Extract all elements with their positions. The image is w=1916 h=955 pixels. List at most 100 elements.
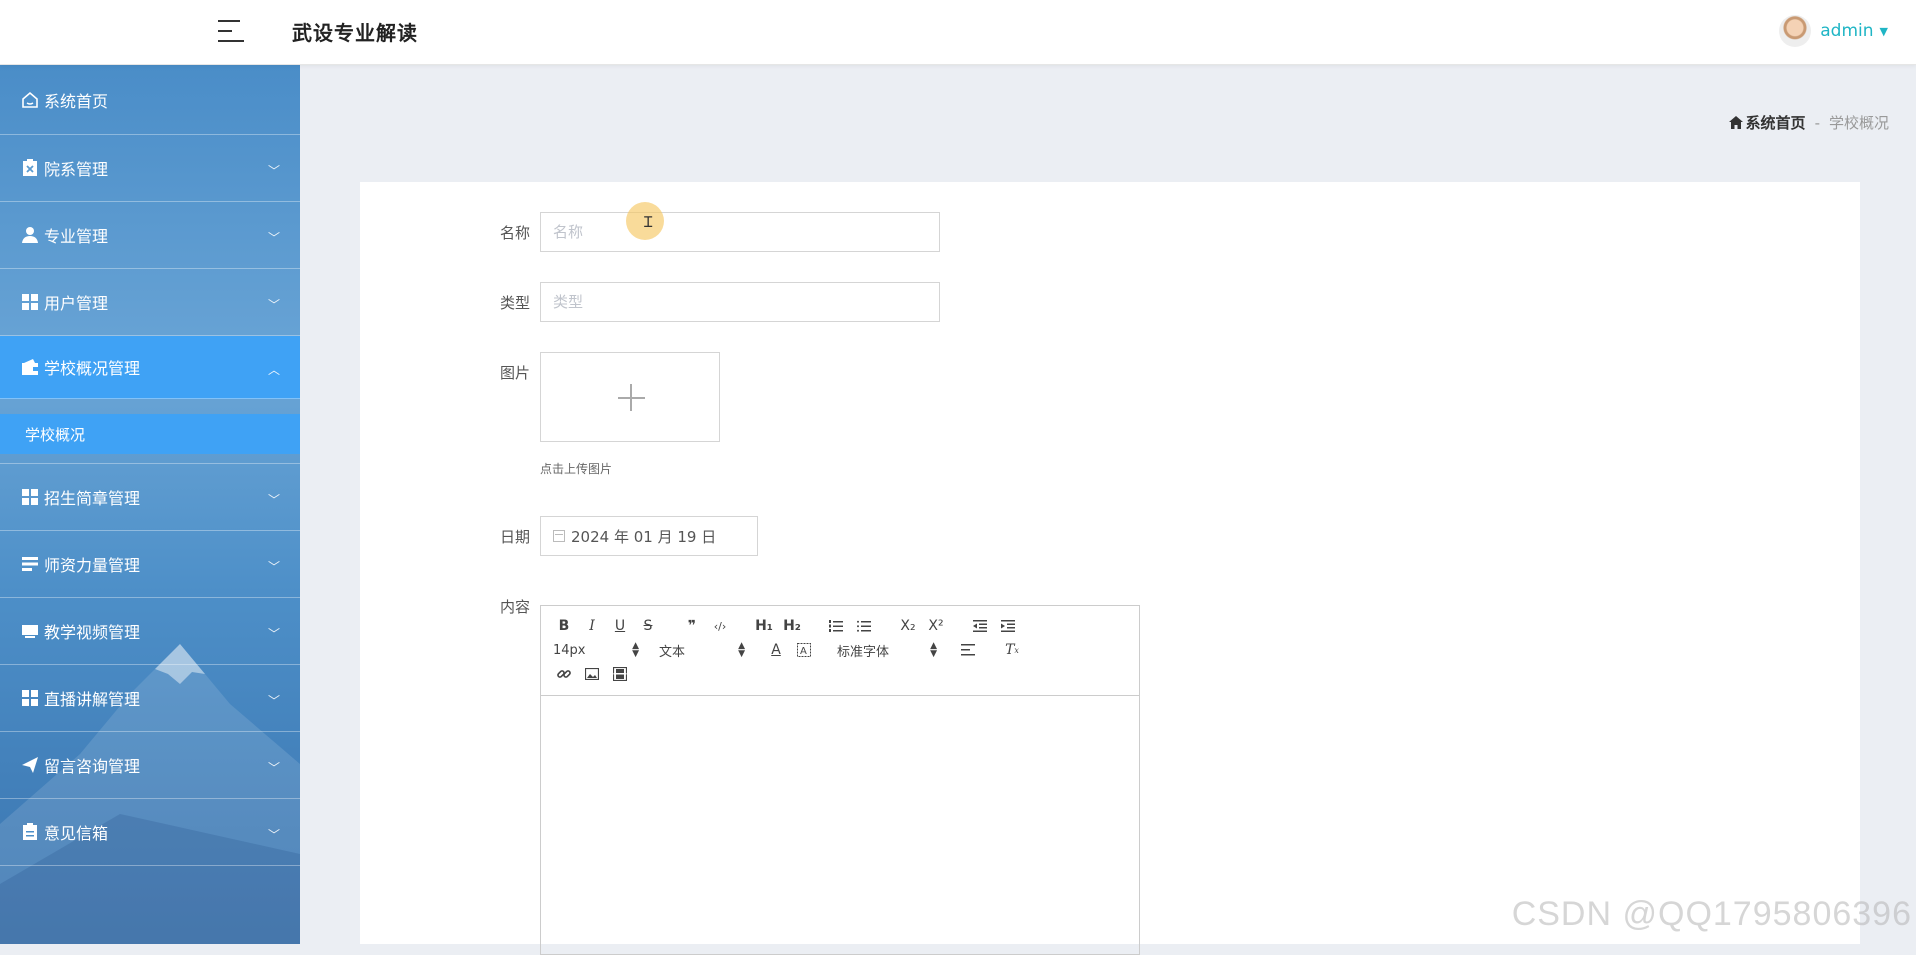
superscript-button[interactable]: X² <box>925 614 947 638</box>
link-icon[interactable] <box>553 662 575 686</box>
font-size-value: 14px <box>553 643 586 658</box>
blockquote-button[interactable]: ❞ <box>681 614 703 638</box>
content-label: 内容 <box>470 596 530 617</box>
sidebar-item-label: 教学视频管理 <box>44 619 140 643</box>
paragraph-value: 文本 <box>659 641 685 660</box>
chevron-down-icon: ﹀ <box>268 625 278 635</box>
user-icon <box>20 225 40 245</box>
divider <box>0 454 300 464</box>
sidebar-item-feedback[interactable]: 意见信箱 ﹀ <box>0 799 300 866</box>
sidebar-item-majors[interactable]: 专业管理 ﹀ <box>0 202 300 269</box>
indent-icon[interactable] <box>997 614 1019 638</box>
chevron-down-icon: ﹀ <box>268 558 278 568</box>
sidebar-item-label: 师资力量管理 <box>44 552 140 576</box>
toolbar-row <box>553 662 1129 686</box>
bold-button[interactable]: B <box>553 614 575 638</box>
select-arrows-icon: ▲▼ <box>632 642 639 658</box>
image-icon[interactable] <box>581 662 603 686</box>
italic-button[interactable]: I <box>581 614 603 638</box>
chevron-down-icon: ﹀ <box>268 759 278 769</box>
date-picker[interactable]: 2024 年 01 月 19 日 <box>540 516 758 556</box>
h1-button[interactable]: H₁ <box>753 614 775 638</box>
chevron-down-icon: ﹀ <box>268 692 278 702</box>
chevron-down-icon: ﹀ <box>268 296 278 306</box>
video-icon[interactable] <box>609 662 631 686</box>
sidebar-item-label: 招生简章管理 <box>44 485 140 509</box>
sidebar-item-admissions[interactable]: 招生简章管理 ﹀ <box>0 464 300 531</box>
editor-content-area[interactable] <box>541 696 1139 954</box>
toolbar-row: 14px ▲▼ 文本 ▲▼ A A 标准字体 ▲▼ <box>553 638 1129 662</box>
sidebar-item-home[interactable]: 系统首页 <box>0 65 300 135</box>
bullet-list-icon[interactable] <box>853 614 875 638</box>
top-header: 武设专业解读 admin ▼ <box>0 0 1916 65</box>
grid-icon <box>20 292 40 312</box>
home-icon <box>1729 116 1743 129</box>
editor-toolbar: B I U S ❞ ‹/› H₁ H₂ X₂ X² <box>541 606 1139 696</box>
strike-button[interactable]: S <box>637 614 659 638</box>
toolbar-row: B I U S ❞ ‹/› H₁ H₂ X₂ X² <box>553 614 1129 638</box>
underline-button[interactable]: U <box>609 614 631 638</box>
sidebar-item-departments[interactable]: 院系管理 ﹀ <box>0 135 300 202</box>
name-label: 名称 <box>470 222 530 243</box>
grid-icon <box>20 688 40 708</box>
chevron-up-icon: ︿ <box>268 361 278 371</box>
image-label: 图片 <box>470 362 530 383</box>
font-family-value: 标准字体 <box>837 641 889 660</box>
calendar-icon <box>553 530 565 542</box>
sidebar-item-label: 留言咨询管理 <box>44 753 140 777</box>
breadcrumb-current: 学校概况 <box>1829 112 1889 133</box>
select-arrows-icon: ▲▼ <box>738 642 745 658</box>
type-input[interactable] <box>540 282 940 322</box>
app-title: 武设专业解读 <box>292 17 418 46</box>
sidebar-item-faculty[interactable]: 师资力量管理 ﹀ <box>0 531 300 598</box>
user-menu[interactable]: admin ▼ <box>1779 14 1888 48</box>
breadcrumb-home[interactable]: 系统首页 <box>1729 112 1806 133</box>
breadcrumb-separator: - <box>1815 114 1820 132</box>
sidebar-item-label: 意见信箱 <box>44 820 108 844</box>
sidebar-item-label: 院系管理 <box>44 156 108 180</box>
avatar[interactable] <box>1779 15 1811 47</box>
sidebar-item-users[interactable]: 用户管理 ﹀ <box>0 269 300 336</box>
sidebar-item-label: 直播讲解管理 <box>44 686 140 710</box>
inbox-icon <box>20 621 40 641</box>
type-label: 类型 <box>470 292 530 313</box>
form-card: 名称 类型 图片 点击上传图片 日期 2024 年 01 月 19 日 内容 B… <box>360 182 1860 944</box>
background-color-icon[interactable]: A <box>793 638 815 662</box>
sidebar-item-label: 学校概况管理 <box>44 355 140 379</box>
clipboard-x-icon <box>20 158 40 178</box>
caret-down-icon[interactable]: ▼ <box>1880 25 1888 38</box>
code-block-button[interactable]: ‹/› <box>709 614 731 638</box>
clipboard-icon <box>20 822 40 842</box>
clear-format-icon[interactable]: Tx <box>1001 638 1023 662</box>
font-size-select[interactable]: 14px ▲▼ <box>553 638 639 662</box>
sidebar-item-messages[interactable]: 留言咨询管理 ﹀ <box>0 732 300 799</box>
sidebar: 系统首页 院系管理 ﹀ 专业管理 ﹀ 用户管理 ﹀ 学校概况管理 ︿ 学校概况 <box>0 65 300 944</box>
breadcrumb-home-label[interactable]: 系统首页 <box>1746 112 1806 133</box>
h2-button[interactable]: H₂ <box>781 614 803 638</box>
plus-icon <box>630 384 632 411</box>
menu-toggle-icon[interactable] <box>218 18 246 44</box>
subscript-button[interactable]: X₂ <box>897 614 919 638</box>
server-icon <box>20 554 40 574</box>
sidebar-subitem-school-overview[interactable]: 学校概况 <box>0 414 300 454</box>
chevron-down-icon: ﹀ <box>268 229 278 239</box>
ordered-list-icon[interactable] <box>825 614 847 638</box>
home-icon <box>20 90 40 110</box>
wallet-icon <box>20 357 40 377</box>
align-left-icon[interactable] <box>957 638 979 662</box>
image-upload-button[interactable] <box>540 352 720 442</box>
chevron-down-icon: ﹀ <box>268 162 278 172</box>
rich-text-editor: B I U S ❞ ‹/› H₁ H₂ X₂ X² <box>540 605 1140 955</box>
username[interactable]: admin <box>1820 21 1873 41</box>
font-color-icon[interactable]: A <box>765 638 787 662</box>
outdent-icon[interactable] <box>969 614 991 638</box>
paper-plane-icon <box>20 755 40 775</box>
name-input[interactable] <box>540 212 940 252</box>
sidebar-item-live[interactable]: 直播讲解管理 ﹀ <box>0 665 300 732</box>
sidebar-item-videos[interactable]: 教学视频管理 ﹀ <box>0 598 300 665</box>
paragraph-select[interactable]: 文本 ▲▼ <box>659 638 745 662</box>
sidebar-item-school-overview[interactable]: 学校概况管理 ︿ <box>0 336 300 399</box>
select-arrows-icon: ▲▼ <box>930 642 937 658</box>
sidebar-item-label: 系统首页 <box>44 88 108 112</box>
font-family-select[interactable]: 标准字体 ▲▼ <box>837 638 937 662</box>
